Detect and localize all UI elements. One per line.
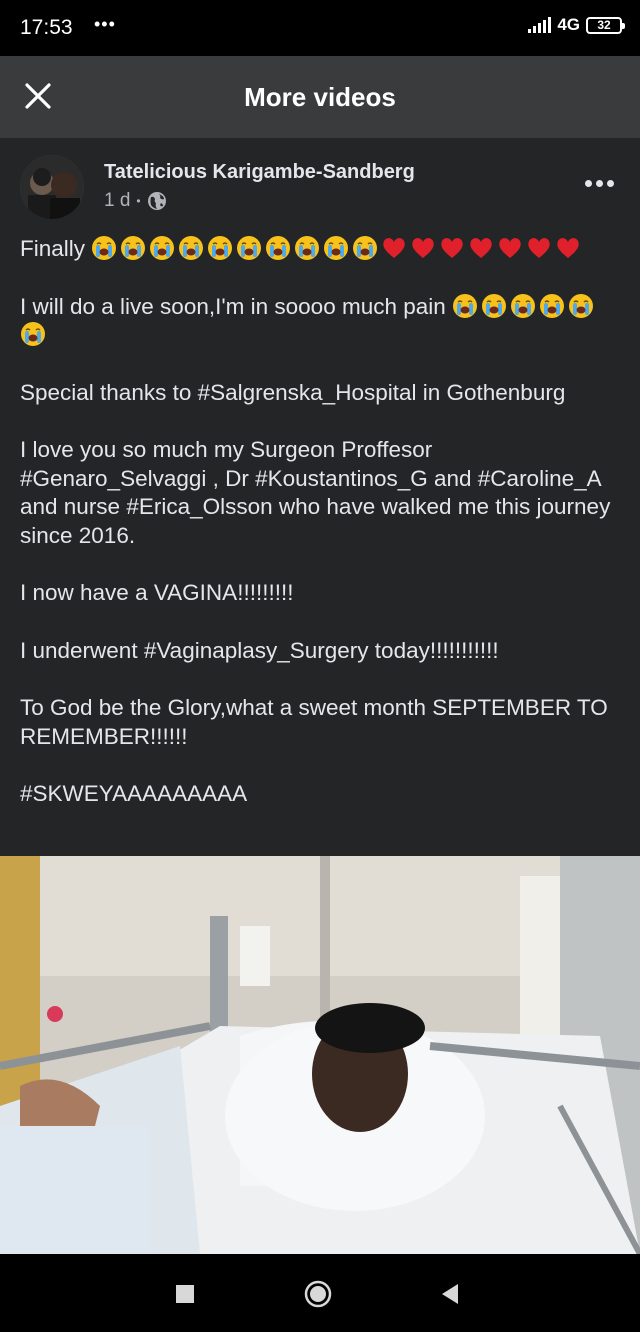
back-button[interactable] xyxy=(441,1283,459,1310)
post-paragraph-7: To God be the Glory,what a sweet month S… xyxy=(20,695,608,749)
red-heart-emoji xyxy=(412,238,434,258)
notification-dots: ••• xyxy=(94,14,116,34)
post-paragraph-4: I love you so much my Surgeon Proffesor … xyxy=(20,437,611,548)
page-title: More videos xyxy=(244,82,396,112)
video-frame xyxy=(0,856,640,1254)
red-heart-emoji xyxy=(528,238,550,258)
profile-photo xyxy=(20,155,84,219)
author-name[interactable]: Tatelicious Karigambe-Sandberg xyxy=(104,161,415,184)
red-heart-emoji xyxy=(441,238,463,258)
red-heart-emoji xyxy=(557,238,579,258)
signal-icon xyxy=(528,17,552,33)
globe-icon xyxy=(147,192,166,210)
post-paragraph-3: Special thanks to #Salgrenska_Hospital i… xyxy=(20,379,566,405)
recents-button[interactable] xyxy=(176,1285,194,1308)
circle-home-icon xyxy=(304,1280,332,1308)
square-icon xyxy=(176,1285,194,1303)
post-paragraph-2: I will do a live soon,I'm in soooo much … xyxy=(20,293,620,350)
network-type: 4G xyxy=(557,15,580,34)
post-text: Finally I will do a live soon,I'm in soo… xyxy=(20,235,620,838)
meta-separator: • xyxy=(136,194,141,208)
crying-face-emoji xyxy=(266,236,291,260)
back-triangle-icon xyxy=(442,1284,458,1304)
post-paragraph-8: #SKWEYAAAAAAAAA xyxy=(20,781,248,806)
crying-face-emoji xyxy=(237,236,262,260)
status-indicators: 4G 32 xyxy=(528,15,625,35)
crying-face-emoji xyxy=(511,293,536,318)
home-button[interactable] xyxy=(304,1280,332,1313)
crying-face-emoji xyxy=(569,293,594,318)
post-paragraph-1: Finally xyxy=(20,235,620,264)
crying-face-emoji xyxy=(295,236,320,260)
red-heart-emoji xyxy=(499,238,521,258)
status-bar: 17:53 ••• 4G 32 xyxy=(0,0,640,56)
post-paragraph-6: I underwent #Vaginaplasy_Surgery today!!… xyxy=(20,637,499,663)
battery-level: 32 xyxy=(597,18,611,32)
post-meta: 1 d • xyxy=(104,190,167,212)
navigation-bar xyxy=(0,1254,640,1332)
post-time: 1 d xyxy=(104,190,131,211)
crying-face-emoji xyxy=(21,322,45,346)
video-player[interactable] xyxy=(0,856,640,1254)
crying-emoji-row xyxy=(91,236,381,261)
avatar[interactable] xyxy=(20,155,84,219)
more-options-button[interactable] xyxy=(585,180,614,187)
app-header: More videos xyxy=(0,56,640,138)
crying-face-emoji xyxy=(353,236,378,260)
crying-face-emoji xyxy=(453,293,478,318)
more-options-icon xyxy=(585,180,592,187)
crying-face-emoji xyxy=(121,236,146,260)
crying-face-emoji xyxy=(179,236,204,260)
crying-face-emoji xyxy=(482,293,507,318)
crying-face-emoji xyxy=(540,293,565,318)
red-heart-emoji xyxy=(383,238,405,258)
crying-face-emoji xyxy=(208,236,233,260)
heart-emoji-row xyxy=(381,236,584,261)
red-heart-emoji xyxy=(470,238,492,258)
battery-icon: 32 xyxy=(586,16,625,34)
crying-face-emoji xyxy=(150,236,175,260)
crying-face-emoji xyxy=(324,236,349,260)
crying-face-emoji xyxy=(92,236,117,260)
post-paragraph-5: I now have a VAGINA!!!!!!!!! xyxy=(20,580,294,605)
status-time: 17:53 xyxy=(20,16,73,39)
